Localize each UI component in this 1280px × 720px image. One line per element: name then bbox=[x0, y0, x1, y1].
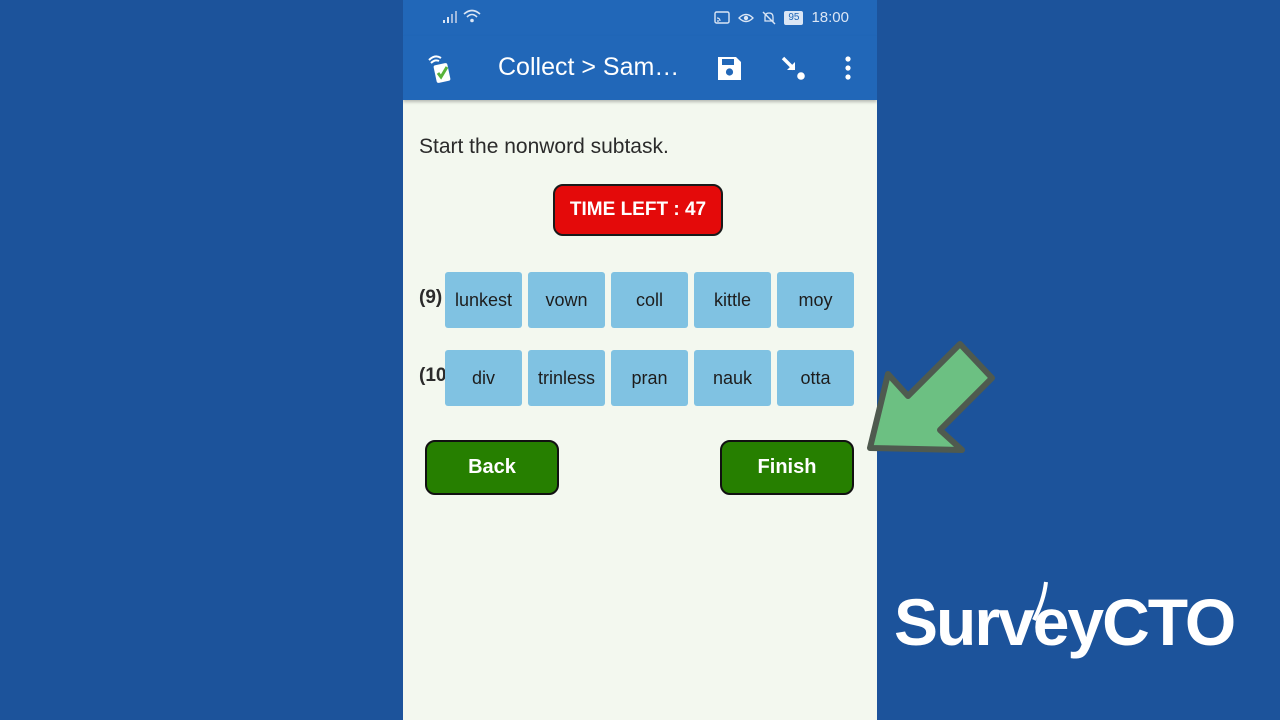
word-tile[interactable]: trinless bbox=[528, 350, 605, 406]
word-tile[interactable]: kittle bbox=[694, 272, 771, 328]
form-content: Start the nonword subtask. TIME LEFT : 4… bbox=[403, 100, 877, 720]
signal-icon bbox=[443, 11, 457, 23]
word-tile[interactable]: pran bbox=[611, 350, 688, 406]
more-options-icon[interactable] bbox=[832, 52, 864, 84]
word-tile[interactable]: nauk bbox=[694, 350, 771, 406]
app-logo-icon bbox=[428, 55, 451, 83]
word-row: div trinless pran nauk otta bbox=[445, 350, 854, 406]
status-right: 95 18:00 bbox=[714, 9, 849, 26]
cast-icon bbox=[714, 11, 731, 24]
eye-icon bbox=[738, 13, 755, 22]
question-prompt: Start the nonword subtask. bbox=[419, 135, 669, 158]
phone-screen: 95 18:00 Collect > Sam… Start the nonwor… bbox=[403, 0, 877, 720]
save-icon[interactable] bbox=[713, 52, 745, 84]
word-tile[interactable]: moy bbox=[777, 272, 854, 328]
word-tile[interactable]: lunkest bbox=[445, 272, 522, 328]
clock: 18:00 bbox=[811, 9, 849, 26]
wifi-icon bbox=[463, 9, 481, 23]
word-tile[interactable]: coll bbox=[611, 272, 688, 328]
toolbar-title: Collect > Sam… bbox=[498, 53, 680, 81]
row-label: (9) bbox=[419, 287, 443, 308]
status-left bbox=[443, 9, 481, 23]
toolbar: Collect > Sam… bbox=[403, 36, 877, 100]
battery-icon: 95 bbox=[784, 10, 804, 25]
pointer-arrow-icon bbox=[867, 341, 995, 453]
word-row: lunkest vown coll kittle moy bbox=[445, 272, 854, 328]
finish-button[interactable]: Finish bbox=[720, 440, 854, 495]
word-tile[interactable]: vown bbox=[528, 272, 605, 328]
back-button[interactable]: Back bbox=[425, 440, 559, 495]
jump-to-icon[interactable] bbox=[777, 52, 809, 84]
mute-icon bbox=[762, 11, 776, 24]
brand-logo: SurveyCTO bbox=[894, 580, 1236, 660]
word-tile[interactable]: div bbox=[445, 350, 522, 406]
timer-badge: TIME LEFT : 47 bbox=[553, 184, 723, 236]
word-tile[interactable]: otta bbox=[777, 350, 854, 406]
status-bar: 95 18:00 bbox=[403, 0, 877, 36]
logo-swoosh-icon bbox=[1032, 581, 1048, 621]
